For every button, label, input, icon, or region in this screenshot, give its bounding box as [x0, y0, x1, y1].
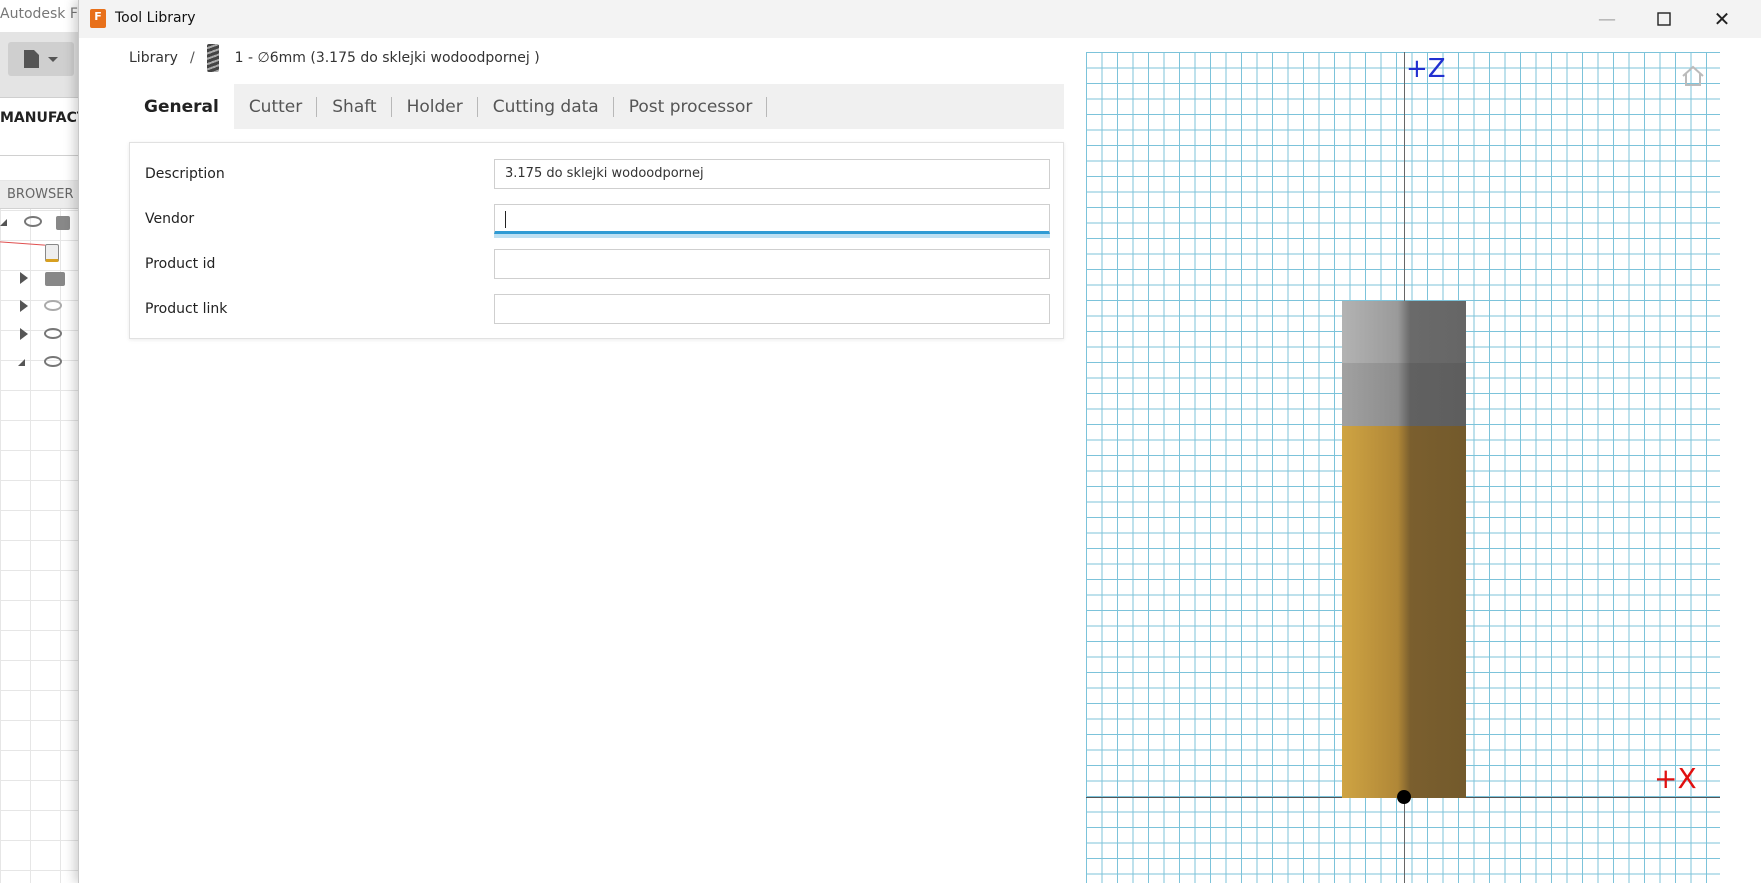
tree-row[interactable] — [0, 293, 80, 321]
product-link-row: Product link — [130, 294, 1065, 324]
hidden-eye-icon[interactable] — [44, 300, 62, 311]
tool-cutter-body — [1342, 426, 1466, 798]
tree-row[interactable] — [0, 265, 80, 293]
tab-shaft[interactable]: Shaft — [317, 84, 392, 129]
expand-icon[interactable] — [20, 328, 28, 340]
collapse-icon[interactable] — [18, 359, 25, 366]
title-bar[interactable]: F Tool Library — ✕ — [79, 0, 1761, 38]
tab-general[interactable]: General — [129, 84, 234, 129]
expand-icon[interactable] — [20, 300, 28, 312]
product-id-row: Product id — [130, 249, 1065, 279]
minimize-button[interactable]: — — [1579, 0, 1635, 38]
description-label: Description — [145, 166, 225, 182]
document-settings-icon — [45, 244, 59, 262]
eye-icon[interactable] — [24, 216, 42, 227]
product-id-field[interactable] — [494, 249, 1050, 279]
vendor-label: Vendor — [145, 211, 195, 227]
window-title: Tool Library — [115, 10, 196, 26]
breadcrumb-separator: / — [189, 50, 195, 66]
tab-post-processor[interactable]: Post processor — [614, 84, 768, 129]
close-button[interactable]: ✕ — [1694, 0, 1750, 38]
product-link-field[interactable] — [494, 294, 1050, 324]
tool-library-dialog: F Tool Library — ✕ Library / 1 - ∅6mm (3… — [78, 0, 1761, 883]
home-icon[interactable] — [1680, 64, 1706, 92]
maximize-button[interactable] — [1636, 0, 1692, 38]
endmill-icon — [206, 44, 219, 72]
tab-cutter[interactable]: Cutter — [234, 84, 318, 129]
text-caret — [505, 211, 506, 228]
component-icon — [56, 216, 70, 230]
description-row: Description 3.175 do sklejki wodoodporne… — [130, 159, 1065, 189]
tool-shank-upper — [1342, 301, 1466, 363]
expand-icon[interactable] — [20, 272, 28, 284]
file-menu-button[interactable] — [8, 42, 74, 76]
tab-bar: General Cutter Shaft Holder Cutting data… — [129, 84, 1064, 129]
tree-row[interactable] — [0, 321, 80, 349]
background-app-title: Autodesk Fu — [0, 6, 80, 22]
divider — [0, 155, 80, 156]
background-toolbar — [0, 32, 80, 98]
vendor-field[interactable] — [494, 204, 1050, 234]
background-app: Autodesk Fu MANUFACTU BROWSER — [0, 0, 80, 883]
browser-tree — [0, 209, 80, 409]
collapse-icon[interactable] — [0, 219, 7, 226]
product-id-label: Product id — [145, 256, 216, 272]
breadcrumb-tool-name: 1 - ∅6mm (3.175 do sklejki wodoodpornej … — [234, 50, 540, 66]
origin-point — [1397, 790, 1411, 804]
tree-row[interactable] — [0, 209, 80, 237]
browser-panel-header[interactable]: BROWSER — [0, 181, 80, 209]
tree-row[interactable] — [0, 237, 80, 265]
tab-holder[interactable]: Holder — [392, 84, 478, 129]
fusion-app-icon: F — [90, 9, 106, 28]
tab-cutting-data[interactable]: Cutting data — [478, 84, 614, 129]
x-axis-label: +X — [1654, 762, 1697, 795]
eye-icon[interactable] — [44, 328, 62, 339]
description-field[interactable]: 3.175 do sklejki wodoodpornej — [494, 159, 1050, 189]
breadcrumb: Library / 1 - ∅6mm (3.175 do sklejki wod… — [129, 44, 540, 72]
breadcrumb-library-link[interactable]: Library — [129, 50, 178, 66]
general-form: Description 3.175 do sklejki wodoodporne… — [129, 142, 1064, 339]
tree-row[interactable] — [0, 349, 80, 377]
z-axis-label: +Z — [1406, 54, 1446, 84]
folder-icon — [45, 272, 65, 286]
eye-icon[interactable] — [44, 356, 62, 367]
tool-preview-viewport[interactable]: +Z +X — [1086, 52, 1720, 883]
vendor-row: Vendor — [130, 204, 1065, 234]
file-icon — [24, 50, 58, 68]
maximize-icon — [1657, 12, 1671, 26]
workspace-label: MANUFACTU — [0, 110, 80, 126]
product-link-label: Product link — [145, 301, 228, 317]
